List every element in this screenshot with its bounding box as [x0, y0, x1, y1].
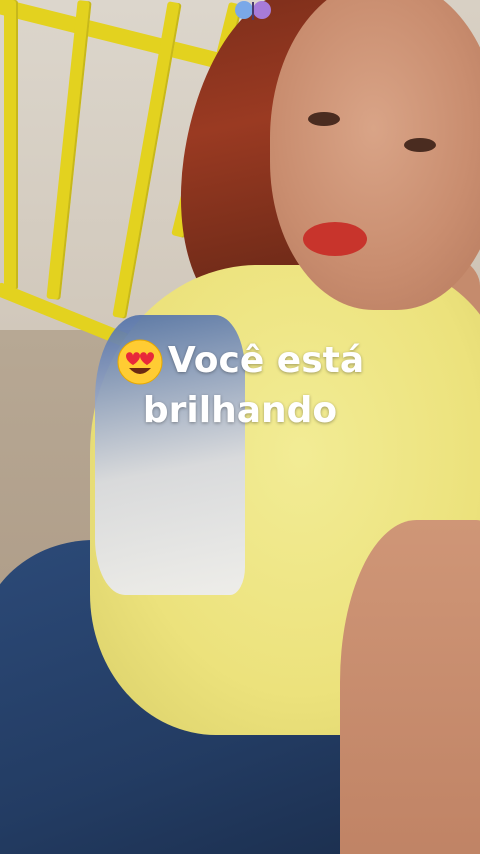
left-eye — [308, 112, 340, 126]
railing-bar — [4, 0, 18, 290]
story-frame: Você está brilhando — [0, 0, 480, 854]
mouth — [303, 222, 367, 256]
story-caption: Você está brilhando — [0, 336, 480, 436]
caption-text-line-2: brilhando — [142, 390, 338, 431]
butterfly-icon — [235, 1, 271, 20]
right-eye — [404, 138, 436, 152]
face — [270, 0, 480, 310]
heart-eyes-emoji-icon — [117, 339, 163, 385]
arm — [340, 520, 480, 854]
caption-text-line-1: Você está — [167, 340, 365, 381]
caption-line-1: Você está — [0, 336, 480, 386]
